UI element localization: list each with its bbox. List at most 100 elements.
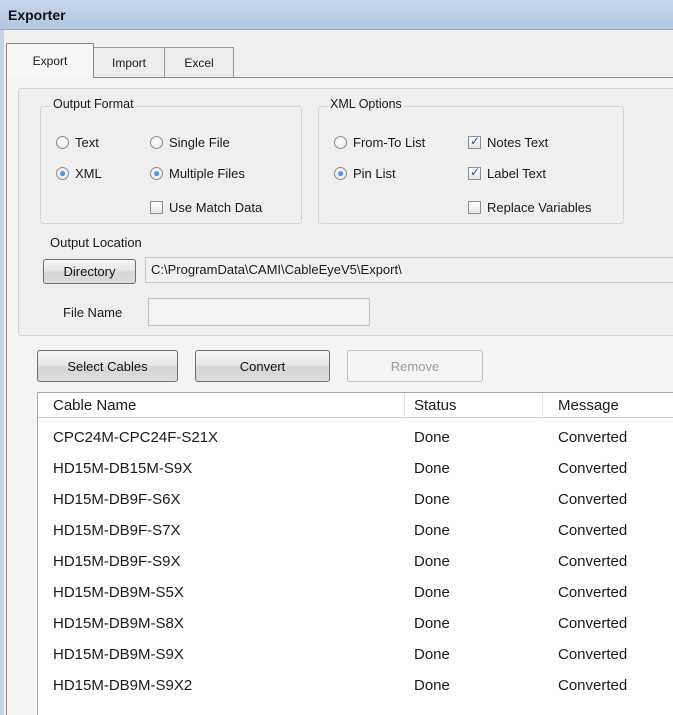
directory-button-label: Directory [63,264,116,279]
tab-export[interactable]: Export [6,43,94,78]
window-border [0,30,4,715]
table-row[interactable]: HD15M-DB9F-S6X Done Converted [38,486,673,513]
cable-name-cell: HD15M-DB9M-S9X2 [53,677,193,694]
table-row[interactable]: CPC24M-CPC24F-S21X Done Converted [38,424,673,451]
directory-button[interactable]: Directory [43,259,136,284]
message-cell: Converted [558,615,628,632]
format-text-label: Text [75,135,99,150]
message-cell: Converted [558,677,628,694]
radio-checked-icon [334,167,347,180]
output-format-heading: Output Format [51,97,136,111]
directory-path-field[interactable]: C:\ProgramData\CAMI\CableEyeV5\Export\ [145,257,673,283]
table-row[interactable]: HD15M-DB9M-S9X2 Done Converted [38,672,673,699]
title-bar: Exporter [0,0,673,30]
format-text-radio[interactable]: Text [56,135,99,150]
pin-list-radio[interactable]: Pin List [334,166,396,181]
select-cables-label: Select Cables [67,358,148,374]
message-cell: Converted [558,584,628,601]
table-row[interactable]: HD15M-DB9M-S5X Done Converted [38,579,673,606]
tab-import[interactable]: Import [93,47,165,77]
xml-options-heading: XML Options [328,97,404,111]
column-header-cable-name[interactable]: Cable Name [53,393,136,417]
label-text-checkbox[interactable]: Label Text [468,165,547,181]
cable-name-cell: HD15M-DB9M-S5X [53,584,184,601]
radio-unchecked-icon [56,136,69,149]
format-xml-label: XML [75,166,102,181]
single-file-label: Single File [169,135,230,150]
replace-variables-checkbox[interactable]: Replace Variables [468,200,592,215]
file-name-input[interactable] [148,298,370,326]
convert-button[interactable]: Convert [195,350,330,382]
remove-label: Remove [390,358,440,374]
checkbox-unchecked-icon [150,201,163,214]
multiple-files-label: Multiple Files [169,166,245,181]
column-divider[interactable] [542,393,543,418]
column-divider[interactable] [404,393,405,418]
from-to-list-label: From-To List [353,135,426,150]
radio-unchecked-icon [334,136,347,149]
tab-export-label: Export [32,54,68,68]
replace-variables-label: Replace Variables [487,200,592,215]
cable-name-cell: HD15M-DB9F-S7X [53,522,181,539]
use-match-data-label: Use Match Data [169,200,263,215]
cable-name-cell: CPC24M-CPC24F-S21X [53,429,219,446]
output-location-heading: Output Location [50,235,142,250]
column-header-label: Cable Name [53,396,137,414]
cable-name-cell: HD15M-DB15M-S9X [53,460,193,477]
table-row[interactable]: HD15M-DB9M-S9X Done Converted [38,641,673,668]
message-cell: Converted [558,522,628,539]
checkbox-unchecked-icon [468,201,481,214]
status-cell: Done [414,584,450,601]
multiple-files-radio[interactable]: Multiple Files [150,166,245,181]
message-cell: Converted [558,491,628,508]
message-cell: Converted [558,429,628,446]
label-text-label: Label Text [487,166,547,181]
status-cell: Done [414,646,450,663]
cable-name-cell: HD15M-DB9F-S6X [53,491,181,508]
table-row[interactable]: HD15M-DB9F-S7X Done Converted [38,517,673,544]
status-cell: Done [414,522,450,539]
column-header-status[interactable]: Status [414,393,457,417]
use-match-data-checkbox[interactable]: Use Match Data [150,200,262,215]
radio-checked-icon [150,167,163,180]
message-cell: Converted [558,646,628,663]
cable-name-cell: HD15M-DB9M-S8X [53,615,184,632]
tab-excel-label: Excel [184,55,214,70]
pin-list-label: Pin List [353,166,396,181]
radio-unchecked-icon [150,136,163,149]
message-cell: Converted [558,553,628,570]
from-to-list-radio[interactable]: From-To List [334,135,425,150]
status-cell: Done [414,460,450,477]
window-title: Exporter [8,7,66,23]
status-cell: Done [414,429,450,446]
status-cell: Done [414,677,450,694]
column-header-label: Status [414,396,457,414]
table-row[interactable]: HD15M-DB9M-S8X Done Converted [38,610,673,637]
notes-text-label: Notes Text [487,135,549,150]
tab-excel[interactable]: Excel [164,47,234,77]
tab-import-label: Import [111,55,146,70]
cable-name-cell: HD15M-DB9M-S9X [53,646,184,663]
status-cell: Done [414,615,450,632]
status-cell: Done [414,553,450,570]
checkbox-checked-icon [468,134,481,149]
cable-list-grid[interactable]: Cable Name Status Message CPC24M-CPC24F-… [37,392,673,715]
table-row[interactable]: HD15M-DB15M-S9X Done Converted [38,455,673,482]
message-cell: Converted [558,460,628,477]
status-cell: Done [414,491,450,508]
format-xml-radio[interactable]: XML [56,166,102,181]
column-header-label: Message [558,396,619,414]
notes-text-checkbox[interactable]: Notes Text [468,134,549,150]
single-file-radio[interactable]: Single File [150,135,230,150]
select-cables-button[interactable]: Select Cables [37,350,178,382]
convert-label: Convert [239,358,286,374]
cable-name-cell: HD15M-DB9F-S9X [53,553,181,570]
file-name-label: File Name [63,305,123,320]
remove-button[interactable]: Remove [347,350,483,382]
grid-header: Cable Name Status Message [38,393,673,418]
checkbox-checked-icon [468,165,481,180]
directory-path-value: C:\ProgramData\CAMI\CableEyeV5\Export\ [151,262,402,277]
radio-checked-icon [56,167,69,180]
table-row[interactable]: HD15M-DB9F-S9X Done Converted [38,548,673,575]
column-header-message[interactable]: Message [558,393,619,417]
